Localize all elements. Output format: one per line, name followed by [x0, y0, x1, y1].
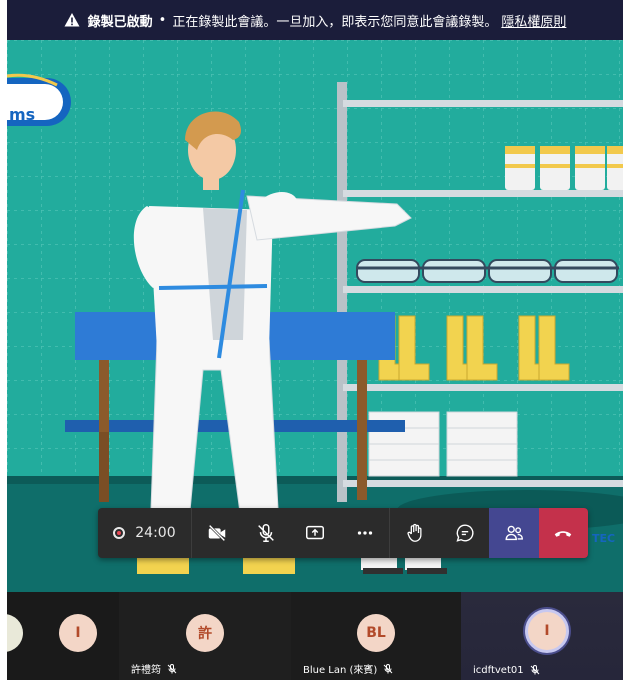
sign-graphic: ms [7, 73, 71, 126]
more-icon [357, 531, 372, 535]
microphone-button[interactable] [241, 508, 290, 558]
avatar: I [525, 609, 569, 653]
recording-title: 錄製已啟動 [87, 14, 153, 30]
raise-hand-button[interactable] [389, 508, 439, 558]
participant-name: 許禮筠 [131, 661, 178, 676]
mic-muted-icon [530, 665, 539, 675]
more-actions-button[interactable] [340, 508, 389, 558]
participant-strip: I 許 許禮筠 BL Blue Lan (來賓) I icdftvet01 [7, 592, 623, 680]
avatar: BL [357, 614, 395, 652]
participant-tile[interactable]: BL Blue Lan (來賓) [291, 592, 461, 680]
recording-banner: 錄製已啟動 • 正在錄製此會議。一旦加入，即表示您同意此會議錄製。 隱私權原則 [7, 0, 623, 40]
recording-timer: 24:00 [98, 508, 192, 558]
avatar [7, 614, 23, 652]
raise-hand-icon [407, 523, 422, 542]
camera-button[interactable] [192, 508, 241, 558]
timer-text: 24:00 [135, 525, 176, 541]
mic-off-icon [258, 524, 274, 542]
participant-tile-active-speaker[interactable]: I icdftvet01 [461, 592, 623, 680]
chat-icon [455, 524, 473, 542]
share-screen-button[interactable] [291, 508, 340, 558]
meeting-controls: 24:00 [98, 508, 588, 558]
participant-tile[interactable]: 許 許禮筠 [119, 592, 291, 680]
mic-muted-icon [167, 663, 177, 673]
share-screen-icon [306, 525, 325, 540]
avatar: 許 [186, 614, 224, 652]
participants-button[interactable] [489, 508, 539, 558]
mic-muted-icon [383, 663, 393, 673]
participant-name: icdftvet01 [473, 664, 541, 676]
leave-call-button[interactable] [538, 508, 588, 558]
privacy-policy-link[interactable]: 隱私權原則 [501, 11, 566, 30]
brand-fragment: TEC [592, 532, 615, 545]
participants-icon [505, 525, 523, 541]
sign-text: ms [9, 105, 35, 124]
participant-name: Blue Lan (來賓) [303, 661, 394, 676]
camera-off-icon [208, 524, 225, 542]
meeting-window: 錄製已啟動 • 正在錄製此會議。一旦加入，即表示您同意此會議錄製。 隱私權原則 [7, 0, 623, 680]
avatar: I [59, 614, 97, 652]
chat-button[interactable] [440, 508, 489, 558]
hang-up-icon [555, 531, 572, 537]
recording-message: 正在錄製此會議。一旦加入，即表示您同意此會議錄製。 [172, 14, 498, 30]
participant-tile[interactable]: I [7, 592, 119, 680]
record-icon [113, 527, 126, 539]
warning-icon [64, 13, 80, 27]
